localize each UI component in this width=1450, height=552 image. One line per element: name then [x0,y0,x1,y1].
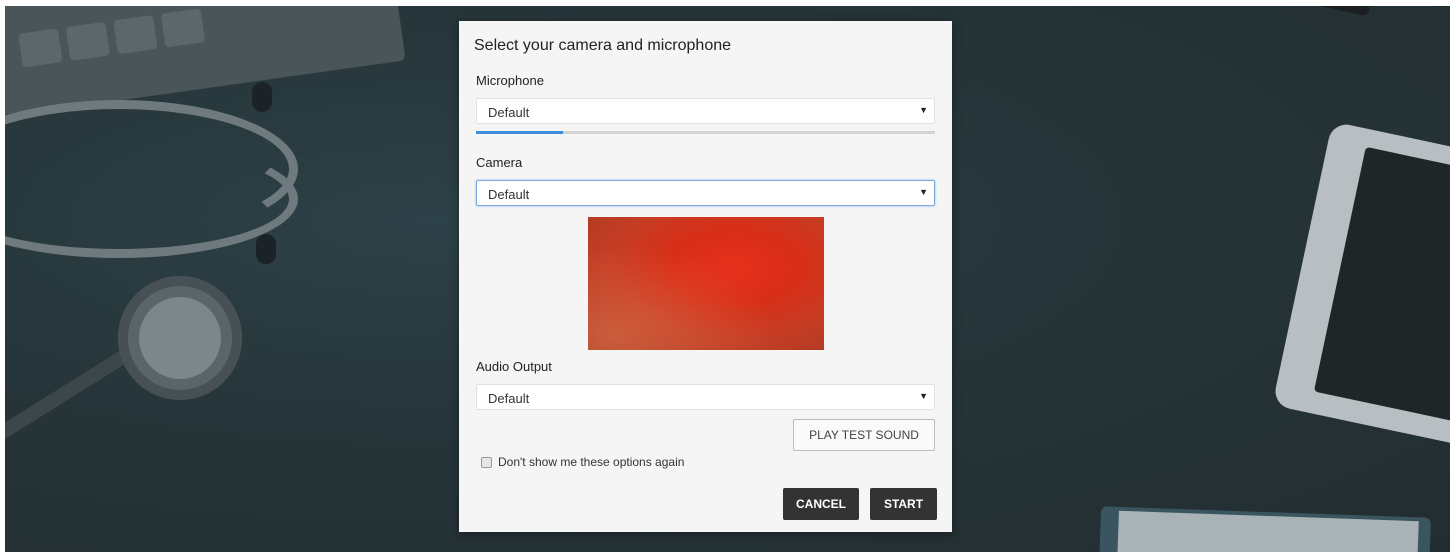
caret-down-icon: ▼ [919,105,928,115]
dont-show-again-checkbox[interactable] [481,456,492,468]
stethoscope-earpiece-bottom [256,234,276,264]
caret-down-icon: ▼ [919,187,928,197]
keyboard-image [0,0,406,119]
camera-label: Camera [476,155,523,170]
cancel-button[interactable]: CANCEL [783,488,859,520]
microphone-select[interactable]: Default ▼ [476,98,935,124]
camera-preview [588,217,824,350]
microphone-level-fill [476,131,564,134]
camera-selected-value: Default [488,187,530,202]
audio-output-select[interactable]: Default ▼ [476,384,935,410]
dont-show-again-label: Don't show me these options again [498,455,685,469]
start-button[interactable]: START [870,488,937,520]
play-test-sound-button[interactable]: PLAY TEST SOUND [793,419,935,451]
top-edge [0,0,1450,6]
caret-down-icon: ▼ [919,391,928,401]
microphone-label: Microphone [476,73,544,88]
tablet-image [1272,121,1450,449]
audio-output-label: Audio Output [476,359,552,374]
device-select-dialog: Select your camera and microphone Microp… [459,21,952,532]
tablet-screen [1313,146,1450,423]
microphone-selected-value: Default [488,105,530,120]
stethoscope-earpiece-top [252,82,272,112]
microphone-level-meter [476,131,935,134]
camera-select[interactable]: Default ▼ [476,180,935,206]
dont-show-again-row: Don't show me these options again [481,455,684,469]
stethoscope-diaphragm [139,297,221,379]
left-edge [0,0,5,552]
audio-output-selected-value: Default [488,391,530,406]
dialog-title: Select your camera and microphone [474,37,732,54]
